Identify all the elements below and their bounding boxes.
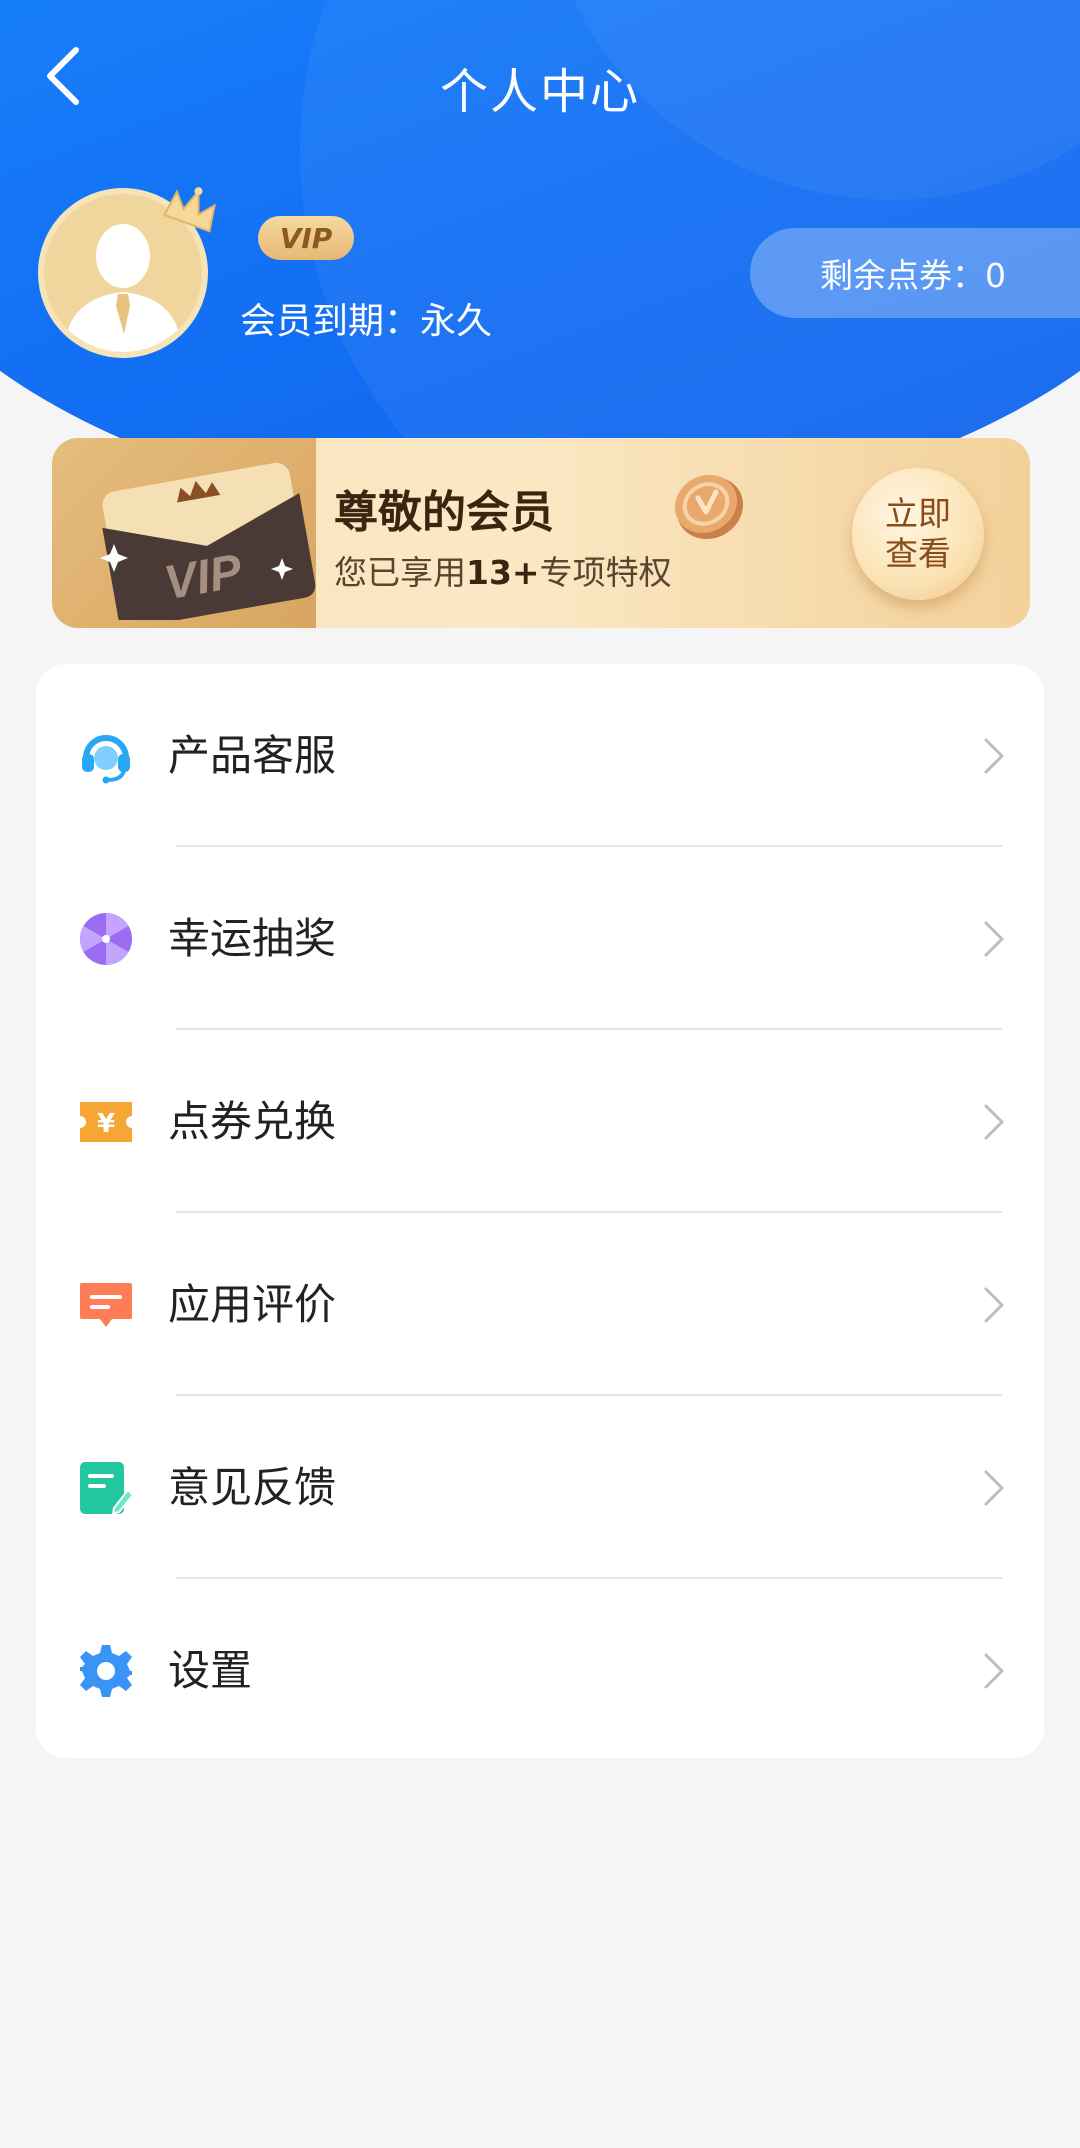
view-now-button[interactable]: 立即 查看 [852,468,984,600]
menu-label: 点券兑换 [168,1097,337,1146]
headset-icon [82,735,130,784]
vip-banner[interactable]: VIP 尊敬的会员 您已享用13+专项特权 立即 查看 [52,438,1030,628]
chevron-right-icon [984,738,1004,774]
page-title: 个人中心 [439,64,640,120]
menu-label: 应用评价 [168,1280,337,1329]
menu-label: 产品客服 [168,731,337,780]
comment-icon [80,1283,132,1327]
member-expiry-text: 会员到期：永久 [240,301,493,342]
vip-subtitle-suffix: 专项特权 [539,553,672,592]
menu-item-app-review[interactable]: 应用评价 [36,1213,1044,1396]
lucky-wheel-icon [80,913,132,965]
menu-item-customer-service[interactable]: 产品客服 [36,664,1044,847]
vip-card-icon: VIP [100,462,316,620]
chevron-right-icon [984,1287,1004,1323]
menu-list: 产品客服 幸运抽奖 ¥ 点券兑换 应用评价 意见反馈 设置 [36,664,1044,1758]
chevron-right-icon [984,1653,1004,1689]
menu-label: 幸运抽奖 [168,914,337,963]
chevron-right-icon [984,1104,1004,1140]
menu-item-lucky-draw[interactable]: 幸运抽奖 [36,847,1044,1030]
vip-subtitle-prefix: 您已享用 [334,553,466,592]
chevron-right-icon [984,921,1004,957]
vip-banner-subtitle: 您已享用13+专项特权 [334,546,672,594]
coin-icon [674,474,744,540]
crown-icon [162,187,216,233]
personal-center-page: 个人中心 VIP 会员到期：永久 剩余点券：0 VIP 尊敬的会员 您已享用13… [0,0,1080,2148]
menu-label: 设置 [168,1646,253,1695]
gear-icon [80,1645,132,1697]
points-balance-label: 剩余点券：0 [820,256,1006,295]
avatar[interactable] [38,187,216,358]
vip-banner-title: 尊敬的会员 [334,487,554,538]
view-now-line2: 查看 [885,534,951,573]
vip-privilege-count: 13+ [466,553,540,592]
feedback-edit-icon [80,1462,134,1516]
yuan-coupon-icon: ¥ [80,1102,132,1142]
chevron-right-icon [984,1470,1004,1506]
menu-item-feedback[interactable]: 意见反馈 [36,1396,1044,1579]
view-now-line1: 立即 [885,494,951,533]
menu-label: 意见反馈 [168,1463,337,1512]
vip-badge: VIP [258,216,354,260]
menu-item-settings[interactable]: 设置 [36,1579,1044,1762]
menu-item-coupon-exchange[interactable]: ¥ 点券兑换 [36,1030,1044,1213]
points-balance[interactable]: 剩余点券：0 [750,228,1080,318]
yuan-glyph: ¥ [97,1109,115,1139]
